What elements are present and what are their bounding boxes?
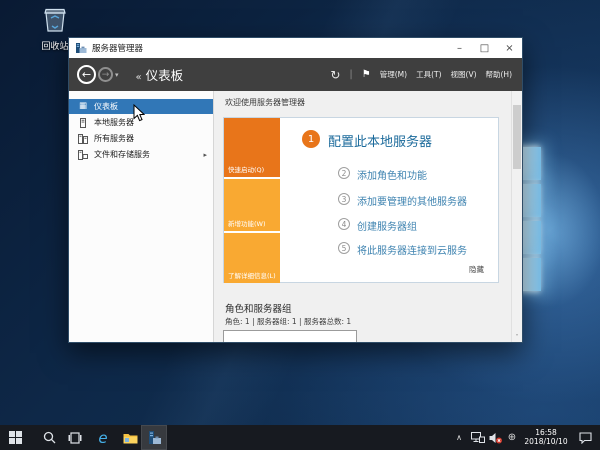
menu-separator: | <box>349 69 353 80</box>
breadcrumb-dashboard[interactable]: 仪表板 <box>146 65 184 84</box>
step-2-badge: 2 <box>338 167 350 179</box>
show-hidden-icons-chevron[interactable]: ∧ <box>452 425 466 450</box>
roles-server-groups-stats: 角色: 1 | 服务器组: 1 | 服务器总数: 1 <box>225 317 352 326</box>
back-icon[interactable]: ← <box>77 65 96 84</box>
roles-server-groups-title: 角色和服务器组 <box>225 304 292 315</box>
menu-help[interactable]: 帮助(H) <box>486 69 513 80</box>
notifications-flag-icon[interactable]: ⚑ <box>362 69 371 80</box>
sidebar-item-label: 本地服务器 <box>94 118 134 127</box>
step-4-badge: 4 <box>338 218 350 230</box>
menu-view[interactable]: 视图(V) <box>451 69 477 80</box>
nav-history-caret-icon[interactable]: ▾ <box>115 71 119 79</box>
breadcrumb: « 仪表板 <box>136 65 184 84</box>
step-1-badge: 1 <box>302 130 320 148</box>
window-titlebar: 服务器管理器 – □ × <box>69 38 522 58</box>
servers-icon <box>78 133 88 144</box>
window-title: 服务器管理器 <box>92 44 144 54</box>
dashboard-content: 欢迎使用服务器管理器 快速启动(Q) 新增功能(W) 了解详细信息(L) 1 配… <box>215 91 511 342</box>
hide-welcome-link[interactable]: 隐藏 <box>469 264 484 275</box>
task-view-button[interactable] <box>64 425 86 450</box>
forward-icon[interactable]: → <box>98 67 113 82</box>
step-1-configure-local-server-link[interactable]: 配置此本地服务器 <box>328 131 432 150</box>
server-manager-taskbar-button[interactable] <box>141 425 167 450</box>
mouse-cursor <box>133 104 145 122</box>
welcome-header: 欢迎使用服务器管理器 <box>225 98 305 107</box>
file-explorer-button[interactable] <box>119 425 141 450</box>
search-icon <box>43 431 55 444</box>
sidebar-item-file-storage-services[interactable]: 文件和存储服务 ▸ <box>69 147 213 162</box>
taskbar: e ∧ ⊕ 16:58 2018/10/10 <box>0 425 600 450</box>
quick-start-block[interactable]: 快速启动(Q) <box>224 118 280 177</box>
clock-date: 2018/10/10 <box>524 436 568 446</box>
learn-more-label: 了解详细信息(L) <box>228 272 276 280</box>
maximize-button[interactable]: □ <box>472 38 497 58</box>
scrollbar-thumb[interactable] <box>513 105 521 169</box>
whats-new-block[interactable]: 新增功能(W) <box>224 179 280 231</box>
step-4-create-server-group-link[interactable]: 创建服务器组 <box>357 218 417 233</box>
scrollbar-down-arrow-icon[interactable]: ˅ <box>512 334 522 341</box>
recycle-bin-icon <box>44 8 66 32</box>
whats-new-label: 新增功能(W) <box>228 220 266 228</box>
step-3-add-other-servers-link[interactable]: 添加要管理的其他服务器 <box>357 193 467 208</box>
file-storage-icon <box>78 149 88 160</box>
sidebar-nav: ▦ 仪表板 本地服务器 所有服务器 文件和存储服务 ▸ <box>69 91 214 342</box>
server-manager-icon <box>148 431 161 444</box>
action-center-icon <box>578 431 592 444</box>
sidebar-item-all-servers[interactable]: 所有服务器 <box>69 131 213 146</box>
desktop: 回收站 服务器管理器 – □ × ← → ▾ « 仪表板 ↻ | ⚑ 管理(M)… <box>0 0 600 450</box>
roles-group-tile-partial <box>223 330 357 342</box>
minimize-button[interactable]: – <box>447 38 472 58</box>
step-5-connect-cloud-link[interactable]: 将此服务器连接到云服务 <box>357 242 467 257</box>
server-icon <box>78 117 88 128</box>
internet-explorer-button[interactable]: e <box>92 425 114 450</box>
taskbar-clock[interactable]: 16:58 2018/10/10 <box>519 425 573 450</box>
menu-tools[interactable]: 工具(T) <box>416 69 441 80</box>
welcome-tile: 快速启动(Q) 新增功能(W) 了解详细信息(L) 1 配置此本地服务器 2 添… <box>223 117 499 283</box>
learn-more-block[interactable]: 了解详细信息(L) <box>224 233 280 283</box>
menubar-actions: ↻ | ⚑ 管理(M) 工具(T) 视图(V) 帮助(H) <box>330 68 522 82</box>
menu-manage[interactable]: 管理(M) <box>380 69 407 80</box>
sidebar-item-label: 所有服务器 <box>94 134 134 143</box>
server-manager-icon <box>76 43 87 53</box>
quick-start-label: 快速启动(Q) <box>228 166 265 174</box>
input-method-tray-icon[interactable]: ⊕ <box>505 425 519 450</box>
refresh-icon[interactable]: ↻ <box>330 68 340 82</box>
action-center-button[interactable] <box>576 425 594 450</box>
network-tray-icon[interactable] <box>470 425 486 450</box>
step-2-add-roles-features-link[interactable]: 添加角色和功能 <box>357 167 427 182</box>
sidebar-item-label: 仪表板 <box>94 102 118 111</box>
server-manager-window: 服务器管理器 – □ × ← → ▾ « 仪表板 ↻ | ⚑ 管理(M) 工具(… <box>68 37 523 343</box>
internet-explorer-icon: e <box>98 428 108 447</box>
task-view-icon <box>68 431 82 444</box>
window-controls: – □ × <box>447 38 522 58</box>
window-body: ▦ 仪表板 本地服务器 所有服务器 文件和存储服务 ▸ 欢迎使用服务器管理器 快… <box>69 91 522 342</box>
start-button[interactable] <box>4 425 26 450</box>
vertical-scrollbar[interactable]: ˅ <box>511 91 522 342</box>
navigation-bar: ← → ▾ « 仪表板 ↻ | ⚑ 管理(M) 工具(T) 视图(V) 帮助(H… <box>69 58 522 91</box>
windows-start-icon <box>8 431 22 444</box>
folder-icon <box>123 433 137 443</box>
dashboard-grid-icon: ▦ <box>78 101 88 112</box>
step-3-badge: 3 <box>338 193 350 205</box>
volume-muted-tray-icon[interactable] <box>487 425 504 450</box>
breadcrumb-collapse-icon[interactable]: « <box>136 72 142 83</box>
submenu-arrow-icon: ▸ <box>203 150 207 159</box>
taskbar-search-button[interactable] <box>38 425 60 450</box>
step-5-badge: 5 <box>338 242 350 254</box>
close-button[interactable]: × <box>497 38 522 58</box>
sidebar-item-label: 文件和存储服务 <box>94 150 150 159</box>
